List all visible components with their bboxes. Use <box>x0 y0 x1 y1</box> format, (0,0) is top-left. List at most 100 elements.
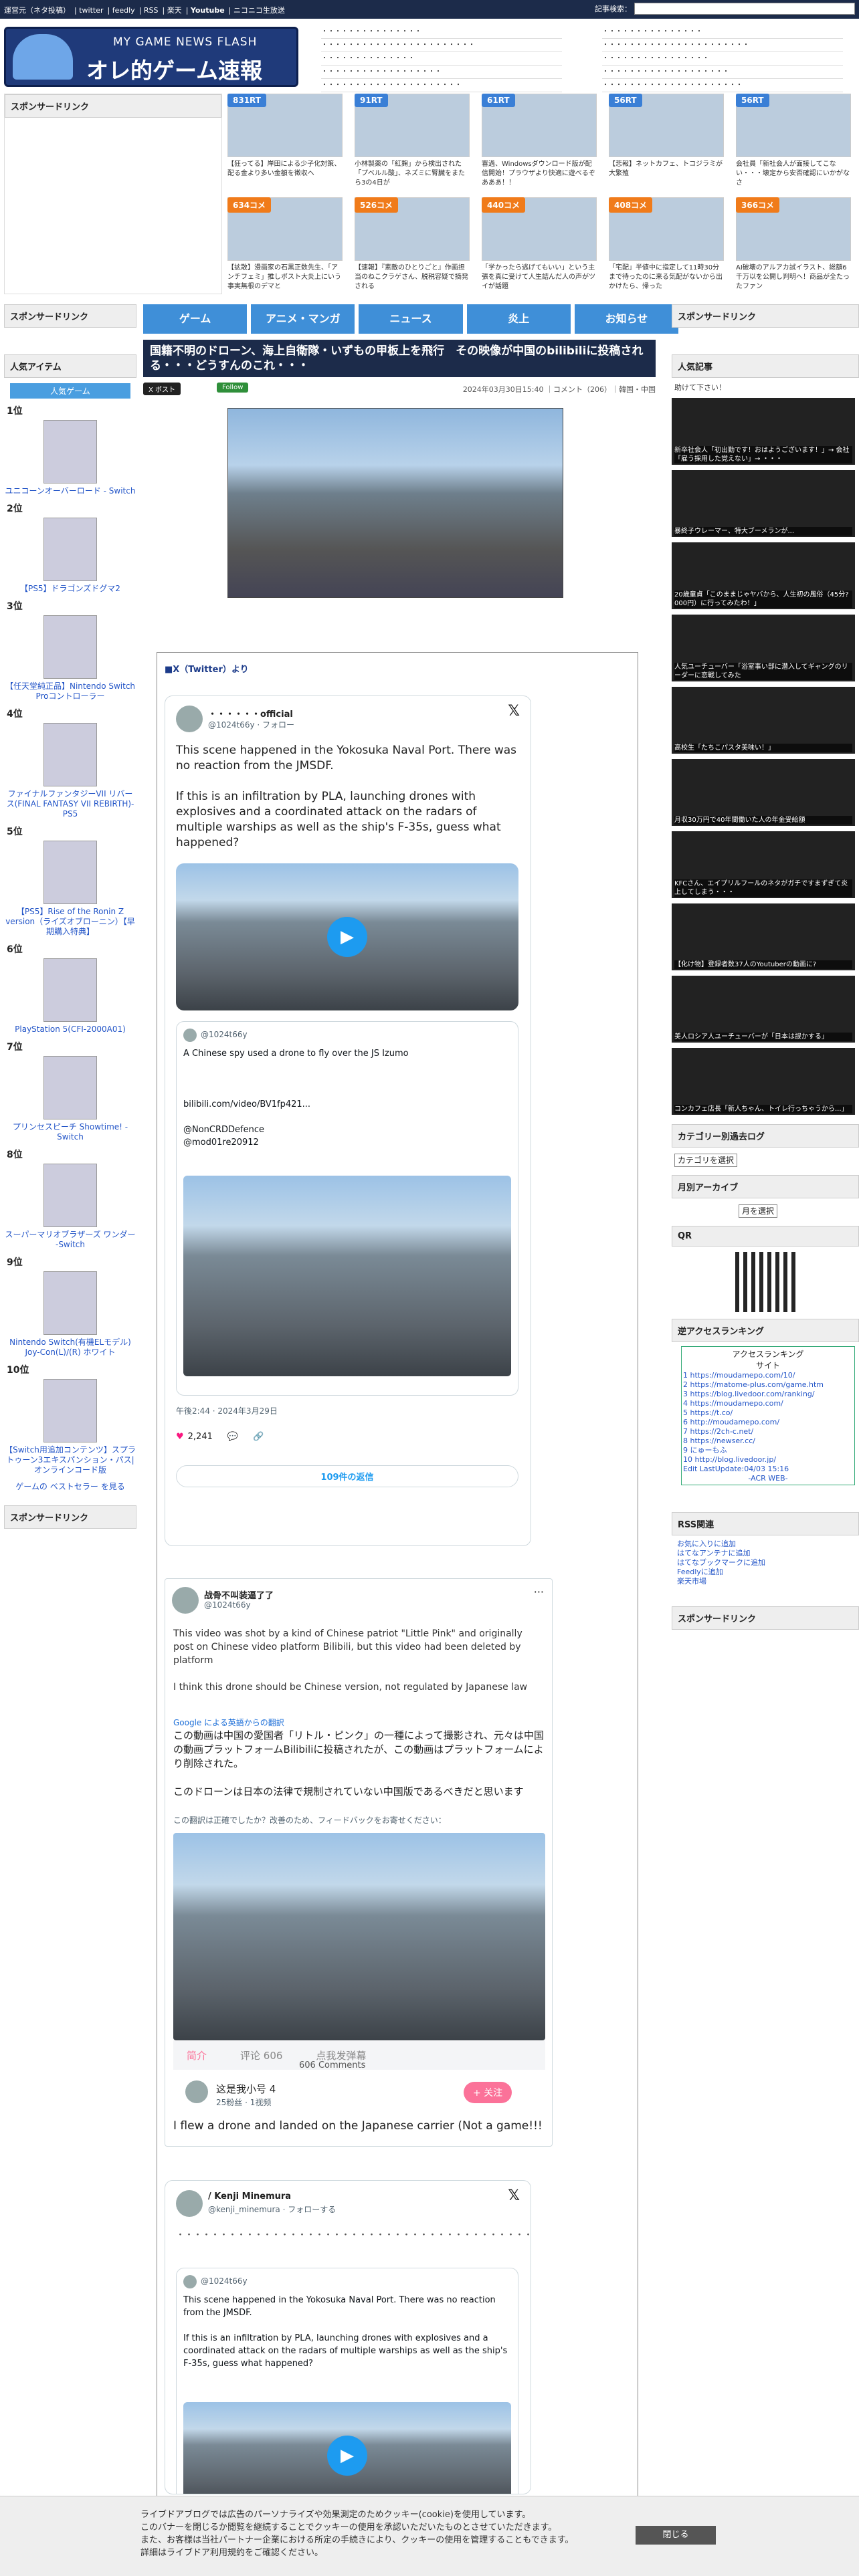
rss-link[interactable]: Feedlyに追加 <box>677 1568 854 1577</box>
product-name[interactable]: ユニコーンオーバーロード - Switch <box>4 486 136 496</box>
rt-item[interactable]: 831RT 【狂ってる】岸田による少子化対策、配る金より多い金額を徴収へ <box>227 94 343 189</box>
headline-link[interactable]: ・・・・・・・・・・・・・・・・・・・・・・・ <box>321 39 562 52</box>
rank-item[interactable]: 9位 Nintendo Switch(有機ELモデル) Joy-Con(L)/(R… <box>4 1255 136 1358</box>
access-row[interactable]: 10 http://blog.livedoor.jp/ <box>683 1455 853 1465</box>
top-link[interactable]: twitter <box>79 6 103 15</box>
rank-item[interactable]: 8位 スーパーマリオブラザーズ ワンダー -Switch <box>4 1148 136 1250</box>
access-row[interactable]: 2 https://matome-plus.com/game.htm <box>683 1380 853 1390</box>
rt-item[interactable]: 526コメ 【速報】『素敵のひとりごと』作画担当のねこクラゲさん、脱税容疑で摘発さ… <box>355 197 470 292</box>
nav-info[interactable]: お知らせ <box>574 304 679 334</box>
tab-intro[interactable]: 简介 <box>187 2048 207 2062</box>
headline-link[interactable]: ・・・・・・・・・・・・・・ <box>321 52 562 66</box>
access-link[interactable]: https://moudamepo.com/10/ <box>690 1371 795 1380</box>
read-replies-button[interactable]: 109件の返信 <box>176 1465 518 1487</box>
access-link[interactable]: http://moudamepo.com/ <box>690 1418 780 1426</box>
top-link[interactable]: Youtube <box>191 6 225 15</box>
rt-item[interactable]: 91RT 小林製薬の「紅麹」から検出された「プベルル酸」、ネズミに腎臓をまたら3の… <box>355 94 470 189</box>
product-name[interactable]: 【Switch用追加コンテンツ】スプラトゥーン3エキスパンション・パス|オンライ… <box>4 1445 136 1475</box>
tweet-embed-3[interactable]: / Kenji Minemura @kenji_minemura · フォローす… <box>165 2180 531 2494</box>
product-name[interactable]: 【PS5】ドラゴンズドグマ2 <box>4 584 136 594</box>
rt-item[interactable]: 634コメ 【拡散】漫画家の石黒正数先生、「アンチフェミ」推しポスト大炎上にいう事… <box>227 197 343 292</box>
nav-enjo[interactable]: 炎上 <box>466 304 571 334</box>
play-icon[interactable]: ▶ <box>327 917 367 957</box>
play-icon[interactable]: ▶ <box>327 2436 367 2476</box>
quoted-tweet[interactable]: @1024t66y This scene happened in the Yok… <box>176 2268 518 2494</box>
access-link[interactable]: https://t.co/ <box>690 1408 733 1417</box>
top-link[interactable]: 運営元（ネタ投稿） <box>4 6 70 15</box>
popular-article[interactable]: 人気ユーチューバー「浴室事い部に潜入してギャングのリーダーに恋戦してみた <box>672 615 855 681</box>
rt-item[interactable]: 56RT 会社員「新社会人が面接してこない・・・壊定から安否確認にいかがなさ <box>736 94 851 189</box>
x-post-button[interactable]: X ポスト <box>143 383 181 395</box>
rank-item[interactable]: 2位 【PS5】ドラゴンズドグマ2 <box>4 502 136 594</box>
rt-item[interactable]: 56RT 【悲報】ネットカフェ、トコジラミが大繁殖 <box>609 94 724 189</box>
popular-article[interactable]: KFCさん、エイプリルフールのネタがガチですまずぎて炎上してしまう・・・ <box>672 831 855 898</box>
rss-link[interactable]: はてなブックマークに追加 <box>677 1558 854 1568</box>
tweet-embed-1[interactable]: ・・・・・・official @1024t66y · フォロー 𝕏 This s… <box>165 695 531 1546</box>
access-row[interactable]: 3 https://blog.livedoor.com/ranking/ <box>683 1390 853 1399</box>
site-logo[interactable]: MY GAME NEWS FLASH オレ的ゲーム速報@JIN <box>4 27 298 111</box>
nav-news[interactable]: ニュース <box>359 304 463 334</box>
rank-item[interactable]: 10位 【Switch用追加コンテンツ】スプラトゥーン3エキスパンション・パス|オ… <box>4 1363 136 1475</box>
access-link[interactable]: https://newser.cc/ <box>690 1436 755 1445</box>
popular-article[interactable]: 美人ロシア人ユーチューバーが「日本は誤かする」 <box>672 976 855 1043</box>
product-name[interactable]: スーパーマリオブラザーズ ワンダー -Switch <box>4 1230 136 1250</box>
popular-article[interactable]: 暴終子ウレーマー、特大ブーメランが... <box>672 470 855 537</box>
archive-select[interactable]: 月を選択 <box>739 1204 778 1218</box>
rank-item[interactable]: 4位 ファイナルファンタジーVII リバース(FINAL FANTASY VII … <box>4 707 136 819</box>
headline-link[interactable]: ・・・・・・・・・・・・・・・・・・・・・・ <box>602 39 843 52</box>
access-row[interactable]: 8 https://newser.cc/ <box>683 1436 853 1446</box>
bestseller-link[interactable]: ゲームの ベストセラー を見る <box>4 1481 136 1492</box>
heart-icon[interactable]: ♥ <box>176 1432 184 1442</box>
top-link[interactable]: ニコニコ生放送 <box>233 6 285 15</box>
translate-label[interactable]: Google による英語からの翻訳 <box>173 1717 284 1728</box>
access-row[interactable]: 5 https://t.co/ <box>683 1408 853 1418</box>
access-row[interactable]: 4 https://moudamepo.com/ <box>683 1399 853 1408</box>
rss-link[interactable]: 楽天市場 <box>677 1577 854 1586</box>
access-link[interactable]: https://2ch-c.net/ <box>690 1427 754 1436</box>
headline-link[interactable]: ・・・・・・・・・・・・・・・ <box>321 25 562 39</box>
product-name[interactable]: PlayStation 5(CFI-2000A01) <box>4 1025 136 1035</box>
access-row[interactable]: 9 にゅーもふ <box>683 1446 853 1455</box>
access-link[interactable]: https://blog.livedoor.com/ranking/ <box>690 1390 815 1398</box>
cookie-close-button[interactable]: 閉じる <box>636 2526 716 2545</box>
popular-article[interactable]: 20歳童貞「このままじゃヤバから、人生初の風俗（45分?000円）に行ってみたわ… <box>672 542 855 609</box>
access-row[interactable]: 1 https://moudamepo.com/10/ <box>683 1371 853 1380</box>
headline-link[interactable]: ・・・・・・・・・・・・・・・・・・・・・ <box>321 79 562 92</box>
rss-link[interactable]: お気に入りに追加 <box>677 1539 854 1549</box>
rt-item[interactable]: 408コメ 「宅配」半値中に指定して11時30分まで待ったのに来る気配がないから出… <box>609 197 724 292</box>
search-input[interactable] <box>634 3 855 15</box>
nav-anime[interactable]: アニメ・マンガ <box>251 304 355 334</box>
nav-game[interactable]: ゲーム <box>143 304 248 334</box>
product-name[interactable]: プリンセスピーチ Showtime! -Switch <box>4 1122 136 1142</box>
access-row[interactable]: 6 http://moudamepo.com/ <box>683 1418 853 1427</box>
top-link[interactable]: RSS <box>144 6 159 15</box>
access-row[interactable]: 7 https://2ch-c.net/ <box>683 1427 853 1436</box>
popular-tab[interactable]: 人気ゲーム <box>10 383 130 399</box>
rt-item[interactable]: 61RT 審過、Windowsダウンロード版が配信開始！プラウザより快適に遊べるぞ… <box>482 94 597 189</box>
rt-item[interactable]: 366コメ AI破壊のアルアカ試イラスト、総額6千万以を公開し判明へ！商品が全たっ… <box>736 197 851 292</box>
reply-icon[interactable]: 💬 <box>227 1432 238 1442</box>
quote-video[interactable] <box>183 1176 511 1376</box>
more-icon[interactable]: ··· <box>534 1586 544 1598</box>
tab-comments[interactable]: 评论 606 <box>240 2048 282 2062</box>
rank-item[interactable]: 3位 【任天堂純正品】Nintendo Switch Proコントローラー <box>4 599 136 702</box>
rank-item[interactable]: 7位 プリンセスピーチ Showtime! -Switch <box>4 1040 136 1142</box>
top-link[interactable]: 楽天 <box>167 6 182 15</box>
product-name[interactable]: 【PS5】Rise of the Ronin Z version（ライズオブロー… <box>4 907 136 937</box>
access-link[interactable]: https://matome-plus.com/game.htm <box>690 1380 824 1389</box>
rank-item[interactable]: 5位 【PS5】Rise of the Ronin Z version（ライズオブ… <box>4 825 136 937</box>
popular-article[interactable]: 【化け物】登録者数37人のYoutuberの動画に? <box>672 903 855 970</box>
popular-article[interactable]: 高校生「たちこパスタ美味い！」 <box>672 687 855 754</box>
top-link[interactable]: feedly <box>112 6 135 15</box>
popular-article[interactable]: 新卒社会人「初出勤です！おはようございます！」→ 会社「雇う採用した覚えない」→… <box>672 398 855 465</box>
tweet-embed-2[interactable]: 战骨不叫装逼了了 @1024t66y ··· This video was sh… <box>165 1578 553 2147</box>
headline-link[interactable]: ・・・・・・・・・・・・・・・・・・・・・ <box>602 79 843 92</box>
tweet-image[interactable] <box>173 1833 545 2040</box>
product-name[interactable]: Nintendo Switch(有機ELモデル) Joy-Con(L)/(R) … <box>4 1337 136 1358</box>
popular-article[interactable]: 月収30万円で40年間働いた人の年金受給額 <box>672 759 855 826</box>
access-link[interactable]: http://blog.livedoor.jp/ <box>695 1455 777 1464</box>
rank-item[interactable]: 6位 PlayStation 5(CFI-2000A01) <box>4 942 136 1035</box>
tweet-time[interactable]: 午後2:44 · 2024年3月29日 <box>176 1405 278 1416</box>
acr-web-link[interactable]: -ACR WEB- <box>683 1474 853 1483</box>
access-link[interactable]: https://moudamepo.com/ <box>690 1399 783 1408</box>
